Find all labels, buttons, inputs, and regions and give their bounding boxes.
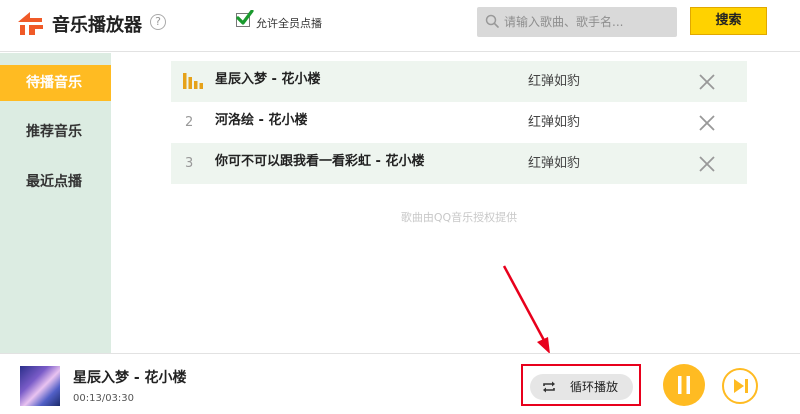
song-title: 河洛绘 - 花小楼 [215, 113, 308, 128]
music-logo-icon [18, 12, 43, 35]
song-row[interactable]: 2 河洛绘 - 花小楼 红弹如豹 [171, 102, 747, 143]
song-row[interactable]: 3 你可不可以跟我看一看彩虹 - 花小楼 红弹如豹 [171, 143, 747, 184]
search-button[interactable]: 搜索 [690, 7, 767, 35]
song-list: 星辰入梦 - 花小楼 红弹如豹 2 河洛绘 - 花小楼 红弹如豹 3 你可不可以… [171, 61, 747, 184]
song-title: 你可不可以跟我看一看彩虹 - 花小楼 [215, 154, 425, 169]
pause-button[interactable] [663, 364, 705, 406]
app-title: 音乐播放器 [52, 15, 142, 36]
sidebar: 待播音乐 推荐音乐 最近点播 [0, 53, 111, 353]
close-icon[interactable] [697, 72, 717, 92]
close-icon[interactable] [697, 154, 717, 174]
copyright-note: 歌曲由QQ音乐授权提供 [400, 211, 518, 224]
pause-icon [678, 376, 690, 394]
song-artist: 红弹如豹 [528, 156, 581, 171]
song-artist: 红弹如豹 [528, 74, 581, 89]
help-circle-icon[interactable]: ? [150, 14, 166, 30]
playback-time: 00:13/03:30 [73, 393, 135, 404]
song-number: 3 [185, 156, 194, 171]
header: 音乐播放器 ? 允许全员点播 搜索 [0, 0, 800, 52]
now-playing-bars-icon [183, 73, 203, 89]
allow-all-label: 允许全员点播 [256, 17, 322, 30]
sidebar-item-recent[interactable]: 最近点播 [0, 164, 111, 200]
checkmark-icon [236, 10, 254, 25]
song-artist: 红弹如豹 [528, 115, 581, 130]
song-number: 2 [185, 115, 194, 130]
next-track-button[interactable] [722, 368, 758, 404]
allow-all-checkbox[interactable] [236, 10, 254, 27]
song-title: 星辰入梦 - 花小楼 [215, 72, 321, 87]
sidebar-item-recommended[interactable]: 推荐音乐 [0, 114, 111, 150]
search-input[interactable] [504, 11, 670, 33]
close-icon[interactable] [697, 113, 717, 133]
music-player-app: 音乐播放器 ? 允许全员点播 搜索 待播音乐 推荐音乐 最近点播 [0, 0, 800, 414]
song-row[interactable]: 星辰入梦 - 花小楼 红弹如豹 [171, 61, 747, 102]
skip-next-icon [734, 379, 748, 393]
search-icon [485, 14, 499, 28]
search-box [477, 7, 677, 37]
player-bar: 星辰入梦 - 花小楼 00:13/03:30 循环播放 [0, 353, 800, 414]
sidebar-item-queue[interactable]: 待播音乐 [0, 65, 111, 101]
annotation-highlight-box [521, 364, 641, 406]
now-playing-title: 星辰入梦 - 花小楼 [73, 370, 187, 386]
annotation-arrow-icon [502, 265, 550, 354]
album-cover[interactable] [20, 366, 60, 406]
